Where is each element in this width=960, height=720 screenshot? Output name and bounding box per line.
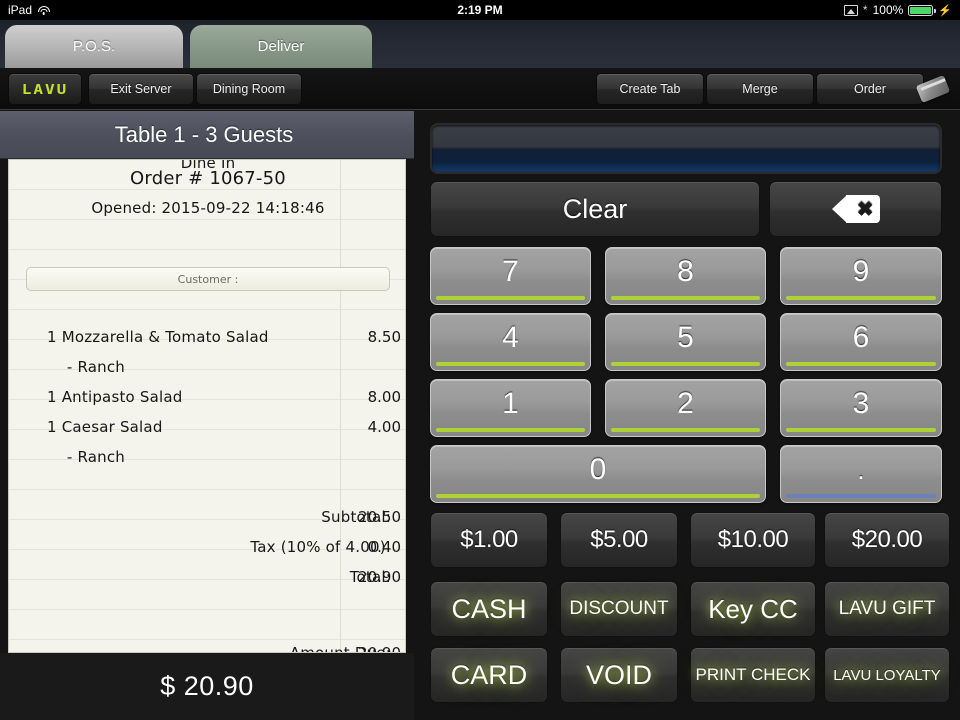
credit-card-icon[interactable]	[915, 75, 952, 103]
key-7[interactable]: 7	[430, 247, 591, 305]
receipt-opened: Opened: 2015-09-22 14:18:46	[91, 199, 325, 217]
lavu-gift-button[interactable]: LAVU GIFT	[824, 581, 950, 637]
receipt-item-row[interactable]: - Ranch	[9, 352, 405, 382]
exit-server-button[interactable]: Exit Server	[88, 73, 194, 105]
cash-button[interactable]: CASH	[430, 581, 548, 637]
key-8[interactable]: 8	[605, 247, 766, 305]
dining-room-label: Dining Room	[212, 82, 286, 96]
backspace-icon: ✖	[831, 195, 880, 223]
receipt-order-number: Order # 1067-50	[130, 167, 286, 189]
key-3[interactable]: 3	[780, 379, 942, 437]
battery-icon	[908, 4, 936, 16]
order-button[interactable]: Order	[816, 73, 924, 105]
discount-button[interactable]: DISCOUNT	[560, 581, 678, 637]
tab-deliver-label: Deliver	[257, 38, 305, 55]
main-toolbar: LAVU Exit Server Dining Room Create Tab …	[0, 68, 960, 110]
card-button[interactable]: CARD	[430, 647, 548, 703]
key-1[interactable]: 1	[430, 379, 591, 437]
lavu-loyalty-button[interactable]: LAVU LOYALTY	[824, 647, 950, 703]
create-tab-label: Create Tab	[619, 82, 681, 96]
keypad-panel: Clear ✖ 7 8 9 4 5 6 1 2 3 0 . $1.00 $5.0…	[414, 111, 960, 720]
denom-1-button[interactable]: $1.00	[430, 512, 548, 568]
mode-tab-strip: P.O.S. Deliver	[0, 20, 960, 68]
status-right: * 100% ⚡	[843, 3, 952, 17]
key-9[interactable]: 9	[780, 247, 942, 305]
receipt-item-row[interactable]: 1 Antipasto Salad 8.00	[9, 382, 405, 412]
tab-deliver[interactable]: Deliver	[190, 25, 372, 68]
denom-20-button[interactable]: $20.00	[824, 512, 950, 568]
denom-10-button[interactable]: $10.00	[690, 512, 816, 568]
tab-pos-label: P.O.S.	[72, 38, 116, 55]
print-check-button[interactable]: PRINT CHECK	[690, 647, 816, 703]
dining-room-button[interactable]: Dining Room	[196, 73, 302, 105]
exit-server-label: Exit Server	[110, 82, 172, 96]
receipt-tax-row: Tax (10% of 4.00): 0.40	[250, 538, 401, 556]
key-cc-button[interactable]: Key CC	[690, 581, 816, 637]
receipt-subtotal-row: Subtotal: 20.50	[321, 508, 401, 526]
receipt-item-row[interactable]: 1 Mozzarella & Tomato Salad 8.50	[9, 322, 405, 352]
bolt-icon: ⚡	[938, 4, 952, 17]
amount-due-bar: $ 20.90	[0, 653, 414, 720]
key-5[interactable]: 5	[605, 313, 766, 371]
pos-app: iPad 2:19 PM * 100% ⚡ P.O.S. Deliver LAV…	[0, 0, 960, 720]
bluetooth-icon: *	[862, 3, 868, 17]
page-title: Table 1 - 3 Guests	[114, 122, 294, 147]
lavu-logo-text: LAVU	[21, 81, 69, 97]
key-6[interactable]: 6	[780, 313, 942, 371]
receipt-item-row[interactable]: - Ranch	[9, 442, 405, 472]
receipt-total-row: Total: 20.90	[349, 568, 401, 586]
tab-pos[interactable]: P.O.S.	[5, 25, 183, 68]
denom-5-button[interactable]: $5.00	[560, 512, 678, 568]
merge-label: Merge	[742, 82, 778, 96]
customer-field-label: Customer :	[177, 272, 239, 286]
clear-label: Clear	[562, 193, 628, 224]
key-decimal[interactable]: .	[780, 445, 942, 503]
amount-due-value: $ 20.90	[160, 671, 254, 701]
order-label: Order	[854, 82, 886, 96]
battery-percent: 100%	[872, 3, 904, 17]
airplay-icon	[843, 4, 858, 16]
status-time: 2:19 PM	[457, 3, 503, 17]
backspace-button[interactable]: ✖	[769, 181, 942, 237]
receipt-panel[interactable]: Dine In Order # 1067-50 Opened: 2015-09-…	[8, 159, 406, 653]
key-4[interactable]: 4	[430, 313, 591, 371]
receipt-item-row[interactable]: 1 Caesar Salad 4.00	[9, 412, 405, 442]
key-0[interactable]: 0	[430, 445, 766, 503]
keypad-display[interactable]	[430, 123, 942, 174]
ios-status-bar: iPad 2:19 PM * 100% ⚡	[0, 0, 960, 20]
key-2[interactable]: 2	[605, 379, 766, 437]
clear-button[interactable]: Clear	[430, 181, 760, 237]
lavu-logo-button[interactable]: LAVU	[8, 73, 82, 105]
receipt-amount-due-row: Amount Due: 20.90	[289, 644, 401, 653]
create-tab-button[interactable]: Create Tab	[596, 73, 704, 105]
merge-button[interactable]: Merge	[706, 73, 814, 105]
customer-field[interactable]: Customer :	[26, 267, 390, 291]
void-button[interactable]: VOID	[560, 647, 678, 703]
